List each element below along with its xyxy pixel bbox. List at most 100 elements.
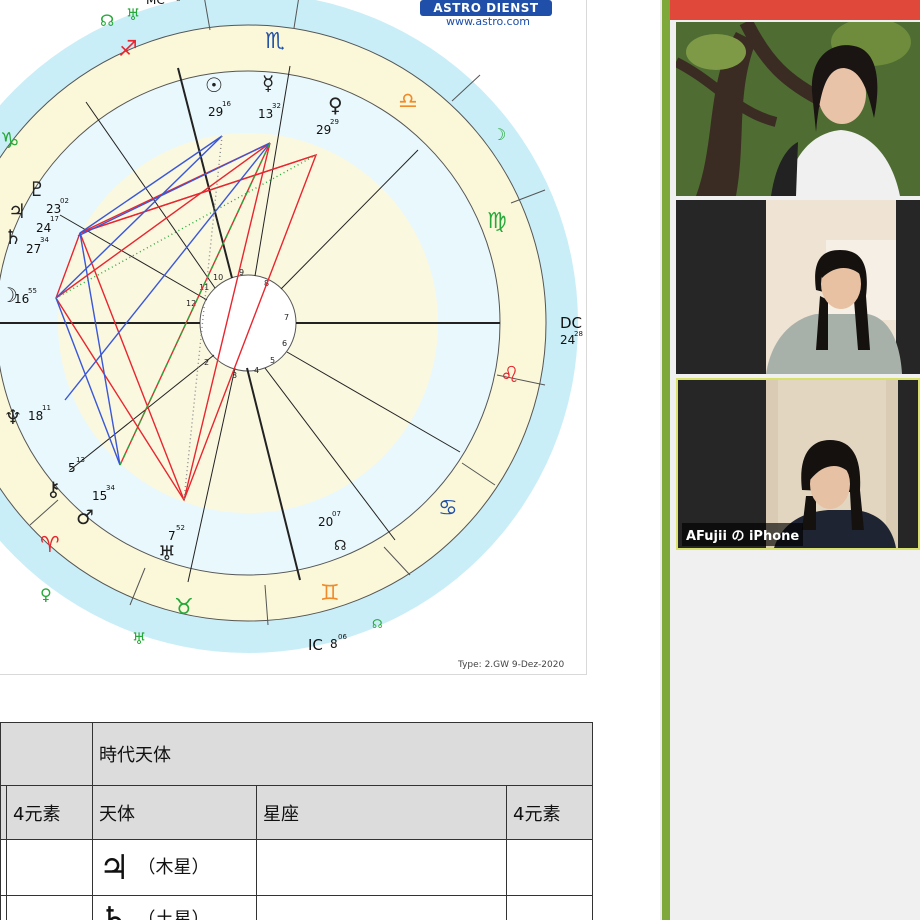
svg-text:♈: ♈	[40, 533, 60, 558]
svg-text:♀: ♀	[328, 93, 343, 117]
table-cell	[6, 895, 93, 920]
svg-text:♑: ♑	[0, 129, 20, 154]
svg-text:2: 2	[204, 358, 209, 367]
svg-text:♄: ♄	[4, 225, 22, 249]
column-element: 4元素	[505, 785, 594, 840]
sun-degree: 29	[208, 105, 224, 119]
planet-table: 時代天体 4元素 天体 星座 4元素 ♃ （木星） ♄ （土星）	[0, 722, 594, 920]
participant-video-2[interactable]	[676, 200, 920, 374]
chart-wheel: 7 6 5 4 3 2 12 11 10 9 8 ♏ ♎ ♍ ♌ ♋ ♊ ♉ ♈…	[0, 0, 578, 653]
svg-text:6: 6	[282, 339, 287, 348]
uranus-minutes: 52	[176, 524, 185, 532]
svg-text:☿: ☿	[262, 71, 274, 95]
astrodienst-url[interactable]: www.astro.com	[428, 15, 548, 28]
astrodienst-logo: ASTRO DIENST	[420, 0, 552, 16]
svg-text:♆: ♆	[4, 405, 22, 429]
svg-text:♏: ♏	[265, 29, 285, 54]
table-header-row: 時代天体	[0, 722, 594, 786]
svg-text:⚷: ⚷	[46, 477, 61, 501]
ic-label: IC	[308, 636, 323, 654]
svg-text:♊: ♊	[320, 581, 340, 606]
chiron-minutes: 13	[76, 456, 85, 464]
video-panel-header	[670, 0, 920, 20]
svg-text:☽: ☽	[492, 125, 506, 144]
table-cell	[6, 839, 93, 896]
moon-degree: 16	[14, 292, 30, 306]
jupiter-icon: ♃	[99, 847, 130, 888]
table-cell-jupiter: ♃ （木星）	[92, 839, 257, 896]
center-circle	[199, 274, 297, 372]
svg-text:10: 10	[213, 273, 223, 282]
ic-minutes: 06	[338, 633, 347, 641]
ic-degree: 8	[330, 637, 338, 651]
svg-text:4: 4	[254, 366, 259, 375]
chiron-degree: 5	[68, 461, 76, 475]
table-cell-element-input[interactable]	[505, 895, 594, 920]
saturn-name: （土星）	[137, 909, 210, 920]
neptune-degree: 18	[28, 409, 44, 423]
jupiter-name: （木星）	[137, 856, 210, 878]
table-cell-sign-input[interactable]	[256, 895, 507, 920]
saturn-icon: ♄	[99, 900, 130, 920]
svg-text:☉: ☉	[205, 73, 223, 97]
jupiter-degree: 24	[36, 221, 52, 235]
svg-text:♇: ♇	[28, 177, 46, 201]
participant-3-name: AFujii の iPhone	[682, 523, 804, 546]
saturn-degree: 27	[26, 242, 42, 256]
mc-label: MC	[146, 0, 165, 7]
column-element-left: 4元素	[6, 785, 93, 840]
column-body: 天体	[92, 785, 257, 840]
pluto-minutes: 02	[60, 197, 69, 205]
svg-text:♋: ♋	[438, 496, 458, 521]
mars-minutes: 34	[106, 484, 115, 492]
svg-text:♉: ♉	[174, 595, 194, 620]
mc-degree: 8	[176, 0, 180, 3]
participant-1-image	[676, 22, 920, 196]
table-cell-sign-input[interactable]	[256, 839, 507, 896]
svg-text:♂: ♂	[76, 505, 94, 529]
table-row: ♃ （木星）	[0, 839, 594, 896]
svg-text:♐: ♐	[118, 37, 138, 62]
jupiter-minutes: 17	[50, 215, 59, 223]
venus-minutes: 29	[330, 118, 339, 126]
svg-text:♀: ♀	[40, 585, 52, 604]
table-row: ♄ （土星）	[0, 895, 594, 920]
svg-text:♃: ♃	[8, 199, 26, 223]
svg-text:5: 5	[270, 356, 275, 365]
table-column-row: 4元素 天体 星座 4元素	[0, 785, 594, 840]
dc-minutes: 28	[574, 330, 583, 338]
table-cell-saturn: ♄ （土星）	[92, 895, 257, 920]
table-cell-element-input[interactable]	[505, 839, 594, 896]
column-sign: 星座	[256, 785, 507, 840]
mercury-minutes: 32	[272, 102, 281, 110]
svg-text:♅: ♅	[158, 541, 176, 565]
svg-text:♅: ♅	[132, 629, 146, 648]
svg-text:♅: ♅	[126, 5, 140, 24]
svg-text:7: 7	[284, 313, 289, 322]
neptune-minutes: 11	[42, 404, 51, 412]
pluto-degree: 23	[46, 202, 62, 216]
document-page: 7 6 5 4 3 2 12 11 10 9 8 ♏ ♎ ♍ ♌ ♋ ♊ ♉ ♈…	[0, 0, 660, 920]
participant-video-1[interactable]	[676, 22, 920, 196]
svg-text:♍: ♍	[487, 209, 507, 234]
dc-degree: 24	[560, 333, 576, 347]
venus-degree: 29	[316, 123, 332, 137]
saturn-minutes: 34	[40, 236, 49, 244]
mercury-degree: 13	[258, 107, 274, 121]
svg-text:☊: ☊	[334, 538, 346, 554]
svg-text:☊: ☊	[100, 11, 114, 30]
svg-text:☊: ☊	[372, 617, 383, 631]
svg-text:♌: ♌	[500, 363, 520, 388]
node-minutes: 07	[332, 510, 341, 518]
node-degree: 20	[318, 515, 334, 529]
uranus-degree: 7	[168, 529, 176, 543]
header-cell-empty	[0, 722, 93, 786]
astrology-chart: 7 6 5 4 3 2 12 11 10 9 8 ♏ ♎ ♍ ♌ ♋ ♊ ♉ ♈…	[0, 0, 587, 675]
dc-label: DC	[560, 314, 583, 332]
mars-degree: 15	[92, 489, 108, 503]
participant-video-3[interactable]: AFujii の iPhone	[676, 378, 920, 550]
moon-minutes: 55	[28, 287, 37, 295]
participant-2-image	[676, 200, 920, 374]
header-group-era-bodies: 時代天体	[91, 722, 594, 786]
sun-minutes: 16	[222, 100, 231, 108]
